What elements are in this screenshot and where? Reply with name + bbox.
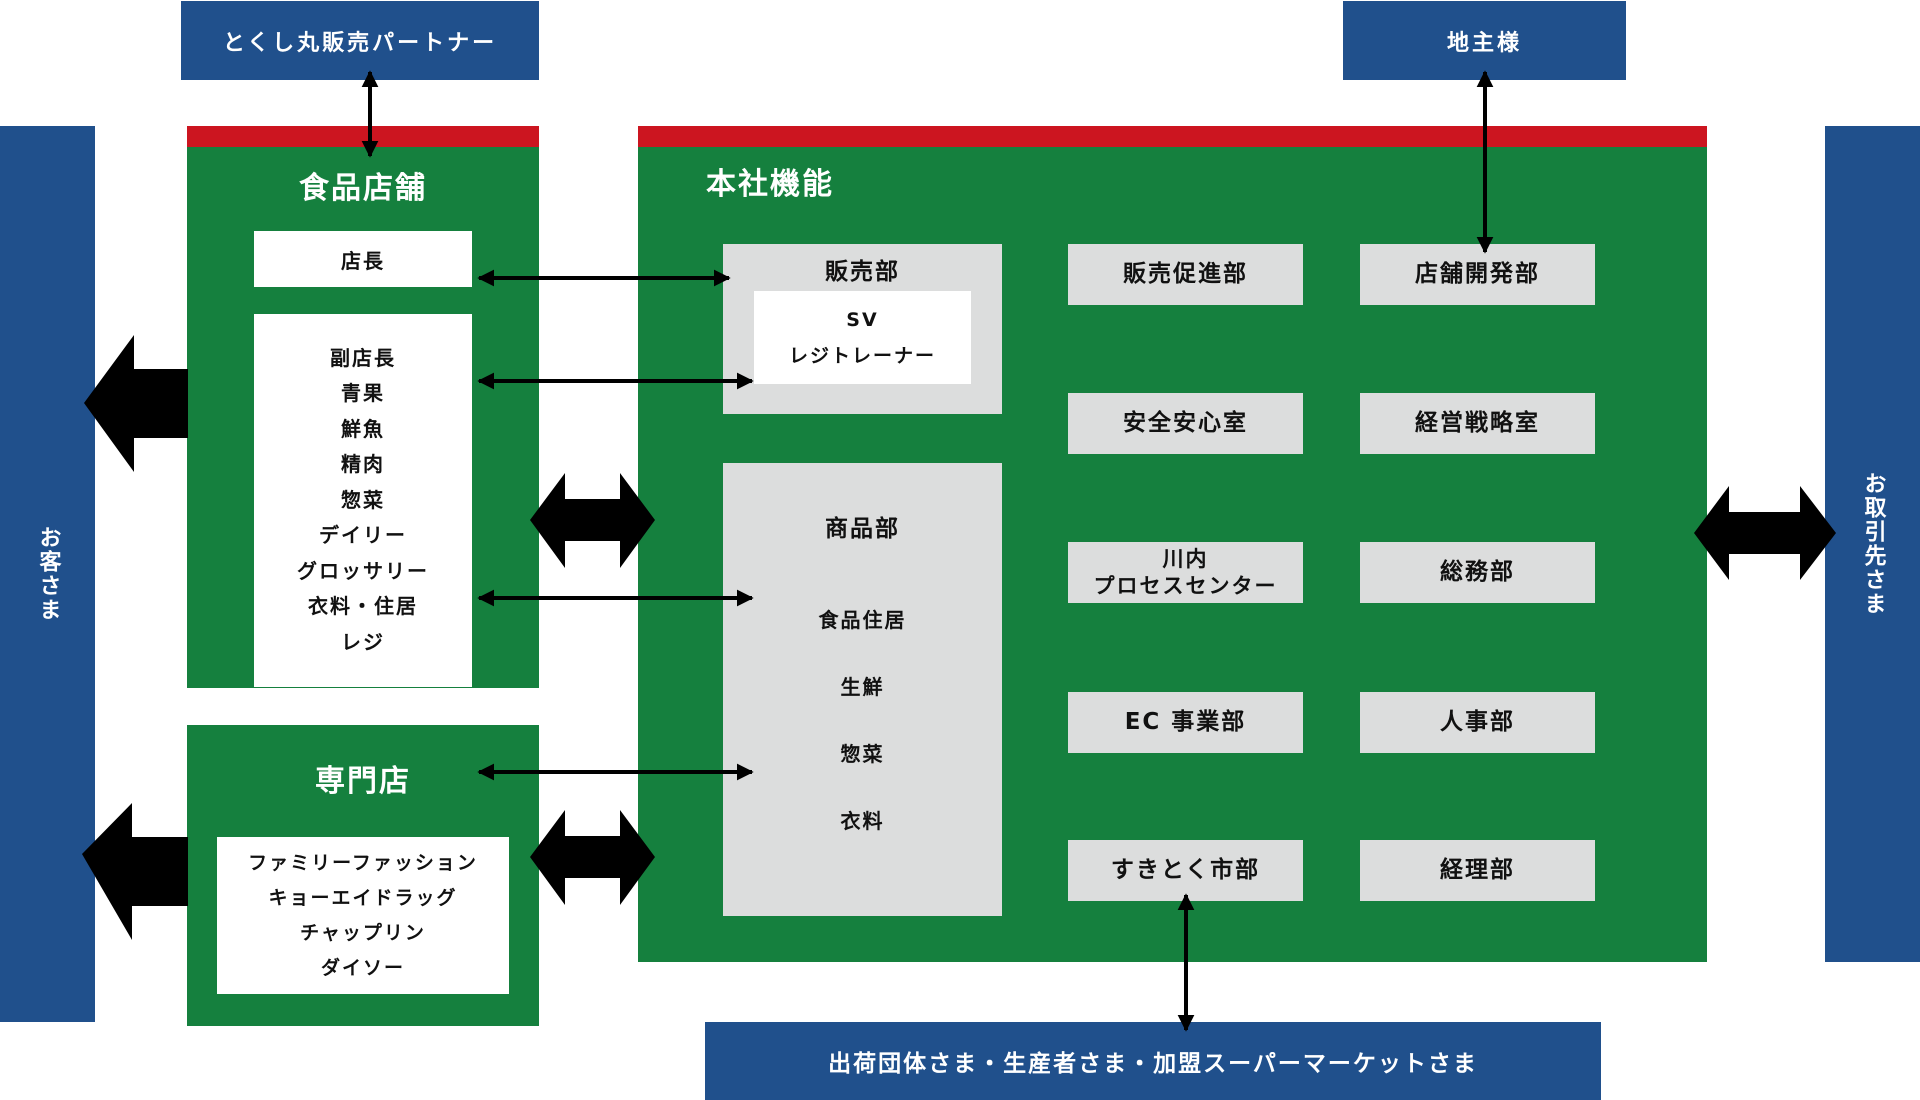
- department-label: 経理部: [1440, 857, 1515, 883]
- customers-bar: お客さま: [0, 126, 95, 1022]
- food-store-to-customers-arrow: [84, 335, 188, 472]
- department-label: すきとく市部: [1110, 857, 1261, 883]
- department-box: 川内 プロセスセンター: [1068, 542, 1303, 603]
- merchandise-section-item: 衣料: [840, 808, 885, 833]
- store-staff-list: 副店長青果鮮魚精肉惣菜デイリーグロッサリー 衣料・住居レジ: [297, 341, 429, 661]
- store-manager-label: 店長: [341, 248, 385, 273]
- department-label: 安全安心室: [1123, 410, 1248, 436]
- store-staff-item: 惣菜: [341, 487, 385, 512]
- department-label: 川内 プロセスセンター: [1093, 546, 1278, 598]
- store-manager-box: 店長: [254, 231, 472, 287]
- department-label: 総務部: [1440, 559, 1515, 585]
- headquarters-header-stripe: [638, 126, 1707, 147]
- store-staff-item: 青果: [341, 381, 385, 406]
- merchandise-section-item: 食品住居: [818, 607, 907, 632]
- headquarters-panel: 本社機能 販売部 SV レジトレーナー 商品部 食品住居生鮮惣菜衣料 販売促進部安…: [638, 147, 1707, 962]
- landowner-label: 地主様: [1446, 30, 1522, 56]
- business-partners-label: お取引先さま: [1860, 472, 1886, 616]
- department-box: 安全安心室: [1068, 393, 1303, 454]
- department-box: 販売促進部: [1068, 244, 1303, 305]
- merchandise-dept-title: 商品部: [825, 516, 900, 542]
- business-partners-bar: お取引先さま: [1825, 126, 1920, 962]
- store-staff-item: 精肉: [341, 452, 385, 477]
- department-label: 人事部: [1440, 709, 1515, 735]
- landowner-box: 地主様: [1343, 1, 1626, 80]
- food-store-headquarters-big-arrow: [530, 473, 655, 568]
- suppliers-bar: 出荷団体さま・生産者さま・加盟スーパーマーケットさま: [705, 1022, 1601, 1100]
- merchandise-dept-box: 商品部 食品住居生鮮惣菜衣料: [723, 463, 1002, 916]
- department-box: すきとく市部: [1068, 840, 1303, 901]
- department-label: 経営戦略室: [1415, 410, 1540, 436]
- sales-roles-box: SV レジトレーナー: [754, 291, 971, 384]
- headquarters-title: 本社機能: [706, 167, 834, 202]
- specialty-store-item: ダイソー: [320, 956, 405, 979]
- department-label: 店舗開発部: [1415, 261, 1540, 287]
- store-staff-item: グロッサリー: [297, 558, 429, 583]
- merchandise-section-item: 生鮮: [840, 674, 885, 699]
- sales-roles-list: SV レジトレーナー: [789, 302, 936, 374]
- merchandise-section-item: 惣菜: [840, 741, 885, 766]
- customers-label: お客さま: [35, 526, 61, 622]
- department-box: EC 事業部: [1068, 692, 1303, 753]
- specialty-store-title: 専門店: [315, 764, 411, 799]
- sales-role-item: レジトレーナー: [788, 344, 936, 367]
- department-box: 総務部: [1360, 542, 1595, 603]
- sales-role-item: SV: [846, 308, 879, 331]
- department-box: 経営戦略室: [1360, 393, 1595, 454]
- specialty-headquarters-big-arrow: [530, 810, 655, 905]
- partner-box: とくし丸販売パートナー: [181, 1, 539, 80]
- sales-dept-box: 販売部 SV レジトレーナー: [723, 244, 1002, 414]
- store-staff-item: レジ: [341, 629, 385, 654]
- specialty-store-panel: 専門店 ファミリーファッション キョーエイドラッグ チャップリン ダイソー: [187, 725, 539, 1026]
- department-box: 人事部: [1360, 692, 1595, 753]
- suppliers-label: 出荷団体さま・生産者さま・加盟スーパーマーケットさま: [828, 1051, 1478, 1077]
- store-staff-item: 衣料・住居: [308, 594, 418, 619]
- store-staff-item: 鮮魚: [341, 416, 385, 441]
- store-staff-item: 副店長: [330, 345, 396, 370]
- specialty-store-list-box: ファミリーファッション キョーエイドラッグ チャップリン ダイソー: [217, 837, 509, 994]
- specialty-store-item: チャップリン: [300, 921, 426, 944]
- department-box: 店舗開発部: [1360, 244, 1595, 305]
- headquarters-business-partners-big-arrow: [1694, 486, 1836, 580]
- department-label: EC 事業部: [1124, 709, 1247, 735]
- partner-label: とくし丸販売パートナー: [222, 30, 498, 56]
- food-store-panel: 食品店舗 店長 副店長青果鮮魚精肉惣菜デイリーグロッサリー 衣料・住居レジ: [187, 147, 539, 688]
- specialty-store-item: キョーエイドラッグ: [268, 886, 458, 909]
- department-label: 販売促進部: [1123, 261, 1248, 287]
- sales-dept-title: 販売部: [825, 259, 900, 285]
- store-staff-item: デイリー: [319, 523, 407, 548]
- department-box: 経理部: [1360, 840, 1595, 901]
- food-store-header-stripe: [187, 126, 539, 147]
- store-staff-box: 副店長青果鮮魚精肉惣菜デイリーグロッサリー 衣料・住居レジ: [254, 314, 472, 687]
- specialty-store-item: ファミリーファッション: [248, 851, 478, 874]
- food-store-title: 食品店舗: [299, 171, 427, 206]
- specialty-to-customers-arrow: [82, 803, 188, 940]
- specialty-store-list: ファミリーファッション キョーエイドラッグ チャップリン ダイソー: [248, 846, 478, 986]
